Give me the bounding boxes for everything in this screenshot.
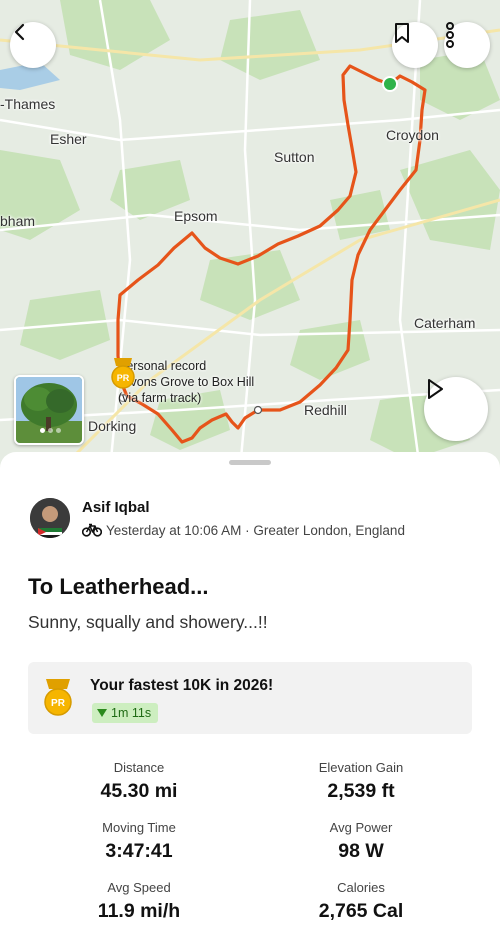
sheet-drag-handle[interactable] [229, 460, 271, 465]
athlete-header[interactable]: Asif Iqbal Yesterday at 10:06 AM · Great… [30, 498, 405, 538]
map-label-croydon: Croydon [386, 127, 439, 143]
triangle-down-icon [97, 709, 107, 717]
achievement-medal-label: PR [51, 698, 66, 709]
stat-value: 11.9 mi/h [97, 900, 181, 922]
stat-label: Avg Speed [107, 880, 171, 895]
route-start-marker [382, 76, 398, 92]
bookmark-icon [395, 23, 409, 43]
stat-value: 45.30 mi [100, 780, 178, 802]
stat-value: 2,539 ft [327, 780, 395, 802]
pr-medal-icon: PR [111, 358, 135, 389]
more-options-button[interactable] [444, 22, 490, 68]
route-map[interactable]: -Thames Esher Sutton Croydon bham Epsom … [0, 0, 500, 470]
stat-value: 98 W [338, 840, 384, 862]
stat-moving-time: Moving Time 3:47:41 [14, 820, 264, 863]
play-icon [428, 379, 443, 399]
stat-value: 3:47:41 [105, 840, 173, 862]
map-label-caterham: Caterham [414, 315, 476, 331]
map-label-sutton: Sutton [274, 149, 315, 165]
pr-callout-line3: (via farm track) [118, 391, 202, 405]
pr-callout-line1: Personal record [118, 359, 207, 373]
map-label-thames: -Thames [0, 96, 56, 112]
route-waypoint-marker [253, 405, 263, 415]
back-button[interactable] [10, 22, 56, 68]
save-route-button[interactable] [392, 22, 438, 68]
activity-description: Sunny, squally and showery...!! [28, 612, 268, 632]
pr-callout-line2: Givons Grove to Box Hill [118, 375, 255, 389]
achievement-delta-badge: 1m 11s [92, 703, 159, 723]
map-label-bham: bham [0, 213, 36, 229]
map-label-redhill: Redhill [304, 402, 347, 418]
more-vertical-icon [446, 22, 454, 48]
photo-tree-image [16, 377, 82, 443]
athlete-name[interactable]: Asif Iqbal [82, 499, 405, 516]
stat-label: Calories [337, 880, 385, 895]
pr-medal-label: PR [117, 373, 130, 383]
achievement-text: Your fastest 10K in 2026! [90, 677, 274, 694]
map-label-dorking: Dorking [88, 418, 137, 434]
map-label-epsom: Epsom [174, 208, 218, 224]
stat-avg-speed: Avg Speed 11.9 mi/h [14, 880, 264, 923]
achievement-card[interactable]: PR Your fastest 10K in 2026! 1m 11s [28, 662, 472, 734]
flyover-play-button[interactable] [424, 377, 488, 441]
stat-elevation-gain: Elevation Gain 2,539 ft [236, 760, 486, 803]
stat-label: Elevation Gain [318, 760, 404, 775]
stat-distance: Distance 45.30 mi [14, 760, 264, 803]
activity-photo-thumbnail[interactable] [14, 375, 84, 445]
pr-medal-icon: PR [44, 679, 72, 716]
personal-record-callout[interactable]: PR Personal record Givons Grove to Box H… [110, 358, 254, 406]
map-label-esher: Esher [50, 131, 87, 147]
stat-label: Distance [113, 760, 165, 775]
avatar-image [30, 498, 70, 538]
bicycle-icon [82, 523, 102, 537]
stat-label: Moving Time [102, 820, 176, 835]
stat-label: Avg Power [329, 820, 393, 835]
chevron-left-icon [14, 23, 25, 41]
avatar[interactable] [30, 498, 70, 538]
stat-value: 2,765 Cal [318, 900, 404, 922]
stat-calories: Calories 2,765 Cal [236, 880, 486, 923]
activity-details-sheet: Asif Iqbal Yesterday at 10:06 AM · Great… [0, 452, 500, 939]
activity-meta: Yesterday at 10:06 AM · Greater London, … [106, 522, 405, 538]
stat-avg-power: Avg Power 98 W [236, 820, 486, 863]
activity-title: To Leatherhead... [28, 574, 209, 599]
photo-page-dots [40, 428, 61, 433]
achievement-delta: 1m 11s [111, 706, 152, 720]
